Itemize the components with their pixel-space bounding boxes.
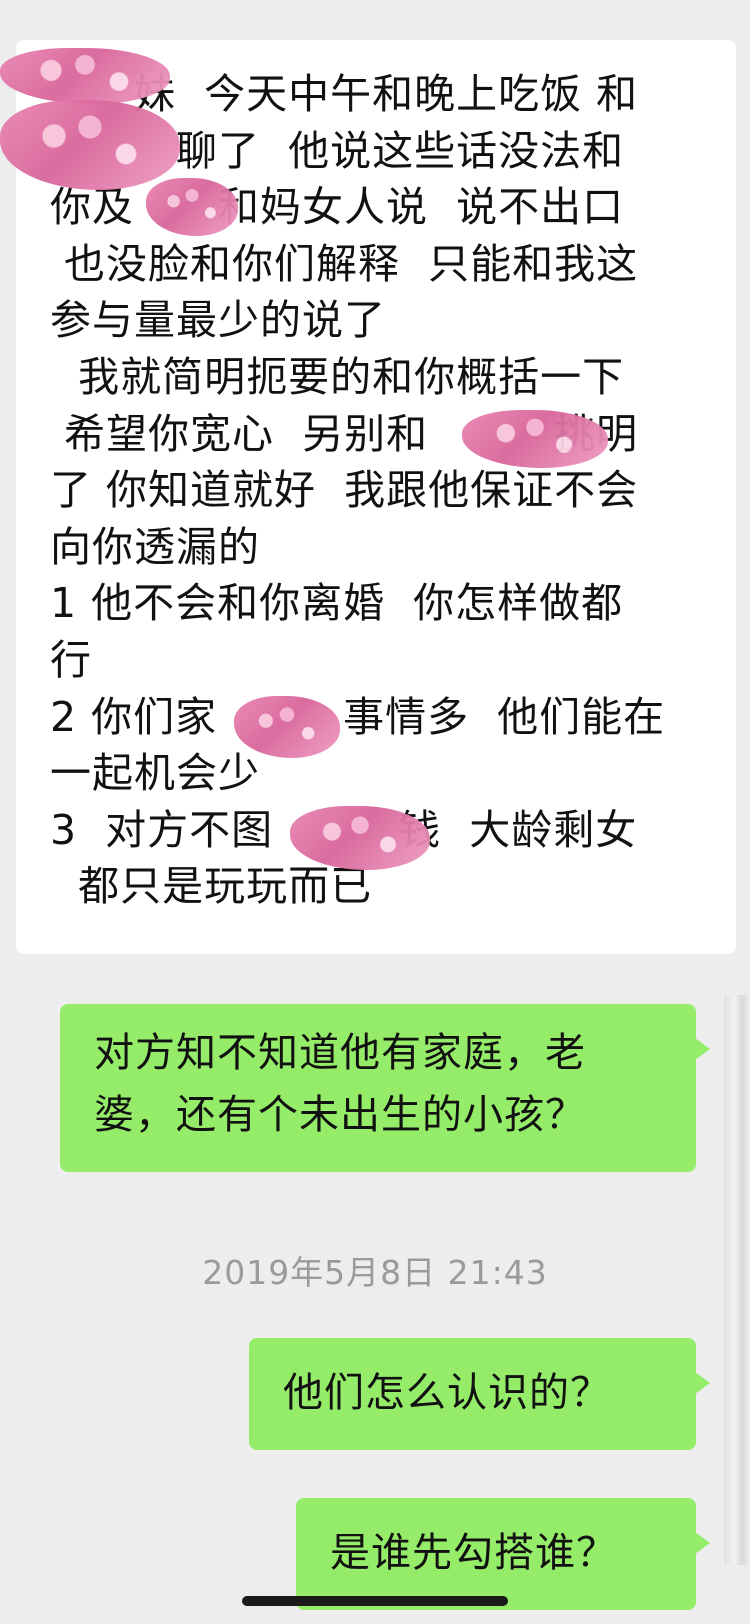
message-text: 他们怎么认识的？ (283, 1370, 611, 1416)
message-line: 1 他不会和你离婚 你怎样做都 (50, 579, 624, 628)
message-line: 我就简明扼要的和你概括一下 (50, 352, 625, 401)
message-line: 婆，还有个未出生的小孩？ (94, 1092, 586, 1138)
home-indicator[interactable] (242, 1596, 508, 1606)
message-line: 希望你宽心 另别和 挑明 (50, 409, 639, 458)
outgoing-message-bubble[interactable]: 对方知不知道他有家庭，老 婆，还有个未出生的小孩？ (60, 1004, 710, 1172)
message-line: 也没脸和你们解释 只能和我这 (50, 239, 639, 288)
outgoing-message-bubble[interactable]: 他们怎么认识的？ (249, 1338, 710, 1450)
message-line: 了 你知道就好 我跟他保证不会 (50, 466, 639, 515)
avatar-edge (724, 995, 750, 1565)
message-line: 向你透漏的 (50, 522, 260, 571)
outgoing-message-bubble[interactable]: 是谁先勾搭谁？ (296, 1498, 710, 1610)
message-line: 一起机会少 (50, 749, 260, 798)
timestamp: 2019年5月8日 21:43 (202, 1253, 548, 1292)
message-line: 2 你们家 事情多 他们能在 (50, 692, 666, 741)
message-text: 是谁先勾搭谁？ (330, 1530, 617, 1576)
message-line: 参与量最少的说了 (50, 296, 386, 345)
message-line: 行 (50, 635, 92, 684)
message-line: 对方知不知道他有家庭，老 (94, 1030, 586, 1076)
